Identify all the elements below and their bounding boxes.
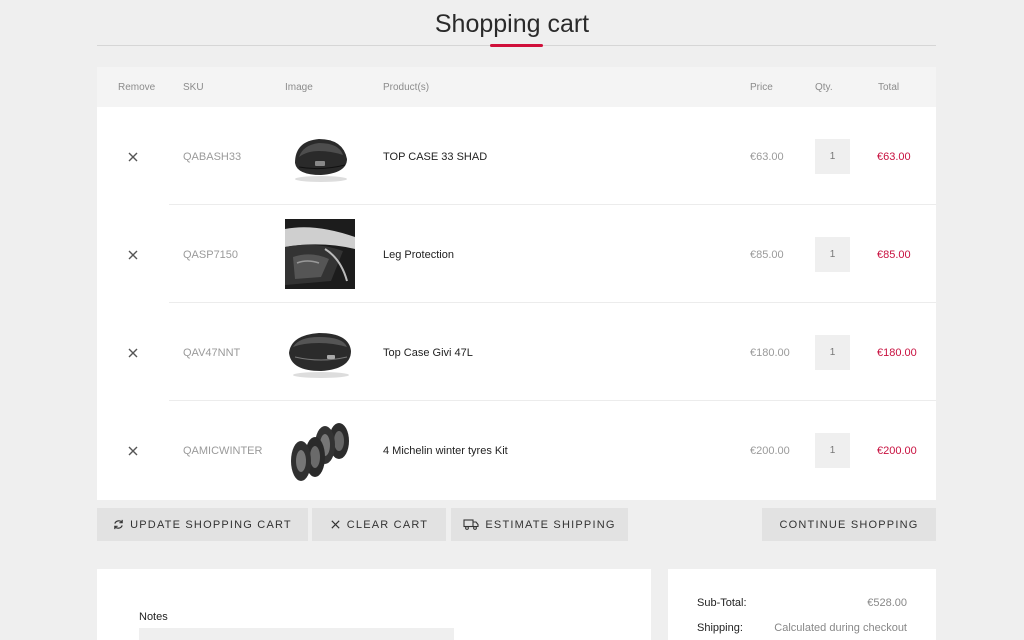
item-sku: QABASH33 bbox=[183, 151, 242, 163]
header-image: Image bbox=[285, 82, 313, 93]
close-icon bbox=[128, 152, 138, 162]
item-price: €180.00 bbox=[750, 347, 790, 359]
header-product: Product(s) bbox=[383, 82, 430, 93]
table-row: QAMICWINTER 4 Michelin winter tyres Kit … bbox=[97, 401, 936, 499]
clear-cart-label: CLEAR CART bbox=[346, 518, 429, 531]
quantity-input[interactable] bbox=[815, 433, 850, 468]
remove-item-button[interactable] bbox=[125, 247, 141, 263]
notes-panel: Notes bbox=[97, 569, 651, 640]
close-icon bbox=[128, 348, 138, 358]
table-row: QAV47NNT Top Case Givi 47L €180.00 €180.… bbox=[97, 303, 936, 401]
continue-shopping-label: CONTINUE SHOPPING bbox=[779, 518, 919, 531]
leg-protection-image[interactable] bbox=[285, 219, 355, 289]
item-price: €200.00 bbox=[750, 445, 790, 457]
close-icon bbox=[128, 250, 138, 260]
update-cart-button[interactable]: UPDATE SHOPPING CART bbox=[97, 508, 308, 541]
subtotal-value: €528.00 bbox=[867, 597, 907, 609]
truck-icon bbox=[463, 519, 479, 530]
item-name[interactable]: TOP CASE 33 SHAD bbox=[383, 151, 487, 163]
item-total: €63.00 bbox=[877, 151, 911, 163]
order-summary: Sub-Total: €528.00 Shipping: Calculated … bbox=[668, 569, 936, 640]
item-name[interactable]: Top Case Givi 47L bbox=[383, 347, 473, 359]
quantity-input[interactable] bbox=[815, 139, 850, 174]
table-row: QABASH33 TOP CASE 33 SHAD €63.00 €63.00 bbox=[97, 107, 936, 205]
header-total: Total bbox=[878, 82, 900, 93]
item-price: €63.00 bbox=[750, 151, 784, 163]
header-price: Price bbox=[750, 82, 773, 93]
page-title: Shopping cart bbox=[434, 10, 590, 38]
item-name[interactable]: 4 Michelin winter tyres Kit bbox=[383, 445, 508, 457]
shipping-label: Shipping: bbox=[697, 622, 743, 634]
close-icon bbox=[331, 520, 340, 529]
remove-item-button[interactable] bbox=[125, 345, 141, 361]
item-price: €85.00 bbox=[750, 249, 784, 261]
quantity-input[interactable] bbox=[815, 237, 850, 272]
remove-item-button[interactable] bbox=[125, 443, 141, 459]
continue-shopping-button[interactable]: CONTINUE SHOPPING bbox=[762, 508, 936, 541]
item-sku: QAMICWINTER bbox=[183, 445, 263, 457]
close-icon bbox=[128, 446, 138, 456]
remove-item-button[interactable] bbox=[125, 149, 141, 165]
top-case-givi-image[interactable] bbox=[285, 317, 355, 387]
header-sku: SKU bbox=[183, 82, 204, 93]
clear-cart-button[interactable]: CLEAR CART bbox=[312, 508, 446, 541]
subtotal-label: Sub-Total: bbox=[697, 597, 747, 609]
title-accent-bar bbox=[490, 44, 543, 47]
top-case-shad-image[interactable] bbox=[285, 121, 355, 191]
notes-textarea[interactable] bbox=[139, 628, 454, 640]
update-cart-label: UPDATE SHOPPING CART bbox=[130, 518, 292, 531]
header-qty: Qty. bbox=[815, 82, 833, 93]
item-name[interactable]: Leg Protection bbox=[383, 249, 454, 261]
table-row: QASP7150 Leg Protection €85.00 €85.00 bbox=[97, 205, 936, 303]
item-total: €85.00 bbox=[877, 249, 911, 261]
header-remove: Remove bbox=[118, 82, 156, 93]
item-sku: QAV47NNT bbox=[183, 347, 241, 359]
cart-table: Remove SKU Image Product(s) Price Qty. T… bbox=[97, 67, 936, 500]
item-total: €200.00 bbox=[877, 445, 917, 457]
estimate-shipping-button[interactable]: ESTIMATE SHIPPING bbox=[451, 508, 628, 541]
notes-label: Notes bbox=[139, 611, 168, 623]
item-sku: QASP7150 bbox=[183, 249, 239, 261]
quantity-input[interactable] bbox=[815, 335, 850, 370]
estimate-shipping-label: ESTIMATE SHIPPING bbox=[485, 518, 616, 531]
shipping-value: Calculated during checkout bbox=[774, 622, 907, 634]
cart-table-header: Remove SKU Image Product(s) Price Qty. T… bbox=[97, 67, 936, 107]
refresh-icon bbox=[114, 519, 123, 530]
item-total: €180.00 bbox=[877, 347, 917, 359]
winter-tyres-image[interactable] bbox=[285, 415, 355, 485]
